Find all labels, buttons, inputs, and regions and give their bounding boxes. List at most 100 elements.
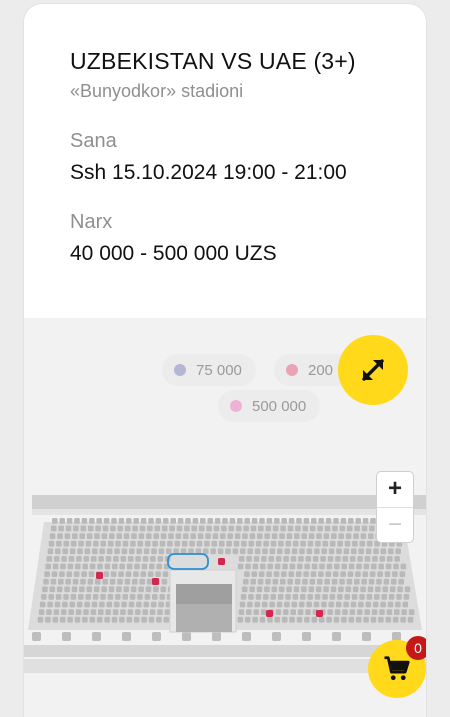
seat xyxy=(335,556,341,562)
seat xyxy=(93,586,100,593)
seat xyxy=(237,518,243,524)
seat xyxy=(296,616,303,623)
seat xyxy=(273,571,280,577)
seat xyxy=(156,563,162,570)
seat xyxy=(135,556,141,562)
seat xyxy=(118,571,124,577)
seat xyxy=(339,578,345,585)
seat xyxy=(75,563,81,570)
seat xyxy=(318,571,324,577)
seat xyxy=(387,601,394,608)
seat xyxy=(341,616,347,623)
price-label: Narx xyxy=(70,211,113,233)
seat xyxy=(295,525,301,532)
fullscreen-button[interactable] xyxy=(338,335,408,405)
seat xyxy=(281,616,288,623)
seat xyxy=(369,525,375,532)
seat xyxy=(244,518,250,524)
seat-map[interactable]: 75 000 200 500 000 + − 0 xyxy=(24,318,426,717)
seat xyxy=(343,601,349,608)
seat xyxy=(87,525,94,532)
seat xyxy=(96,518,102,524)
seat xyxy=(89,616,96,623)
seat xyxy=(160,586,167,593)
seat xyxy=(302,578,308,585)
seat xyxy=(248,540,255,547)
legend-chip-75000[interactable]: 75 000 xyxy=(162,354,256,386)
seat xyxy=(107,594,114,600)
seat xyxy=(65,578,71,585)
seat xyxy=(38,609,45,615)
seat xyxy=(362,571,369,577)
seat xyxy=(146,533,152,539)
seat xyxy=(346,578,353,585)
seat xyxy=(138,586,144,593)
seat xyxy=(302,525,309,532)
seat xyxy=(71,586,78,593)
zoom-in-button[interactable]: + xyxy=(377,472,413,508)
price-value: 40 000 - 500 000 UZS xyxy=(70,242,277,265)
seat xyxy=(47,548,54,555)
seat xyxy=(242,632,251,641)
seat xyxy=(389,586,396,593)
seat xyxy=(311,518,317,524)
seat xyxy=(122,594,128,600)
seat xyxy=(358,548,364,555)
seat xyxy=(245,563,251,570)
seat xyxy=(313,601,320,608)
seat xyxy=(294,533,300,539)
seat xyxy=(400,616,406,623)
seat xyxy=(381,594,387,600)
seat xyxy=(283,609,289,615)
seat xyxy=(249,533,256,539)
seat xyxy=(352,540,358,547)
seat xyxy=(100,540,107,547)
seat xyxy=(156,616,162,623)
seat xyxy=(253,609,259,615)
seat xyxy=(243,578,249,585)
seat xyxy=(109,533,115,539)
zoom-control: + − xyxy=(376,471,414,543)
legend-chip-500000[interactable]: 500 000 xyxy=(218,390,321,422)
seat xyxy=(147,525,153,532)
legend-dot xyxy=(174,364,186,376)
seat xyxy=(348,518,354,524)
seat xyxy=(54,601,61,608)
seat xyxy=(56,586,63,593)
seat xyxy=(53,609,60,615)
seat xyxy=(365,548,372,555)
seat xyxy=(76,601,83,608)
seat xyxy=(318,518,324,524)
seat xyxy=(105,609,111,615)
seat xyxy=(155,518,162,524)
seat xyxy=(243,525,249,532)
seat xyxy=(297,563,303,570)
seat xyxy=(99,601,105,608)
seat xyxy=(264,586,270,593)
seat xyxy=(330,586,337,593)
seat xyxy=(46,609,52,615)
seat xyxy=(64,586,70,593)
seat xyxy=(334,609,341,615)
seat xyxy=(167,540,173,547)
seat xyxy=(130,540,136,547)
seat xyxy=(124,525,131,532)
seat xyxy=(357,609,363,615)
seat xyxy=(114,548,120,555)
seat xyxy=(361,578,367,585)
seat xyxy=(131,533,137,539)
seat xyxy=(65,525,72,532)
seat xyxy=(53,556,60,562)
cart-icon xyxy=(384,656,410,681)
seat xyxy=(250,525,257,532)
seat xyxy=(360,533,367,539)
seat xyxy=(366,540,373,547)
seat xyxy=(153,533,159,539)
zoom-out-button[interactable]: − xyxy=(377,508,413,543)
seat xyxy=(309,578,316,585)
seat xyxy=(290,609,296,615)
seat xyxy=(300,594,306,600)
seat xyxy=(44,571,50,577)
seat xyxy=(123,586,130,593)
seat xyxy=(295,571,302,577)
